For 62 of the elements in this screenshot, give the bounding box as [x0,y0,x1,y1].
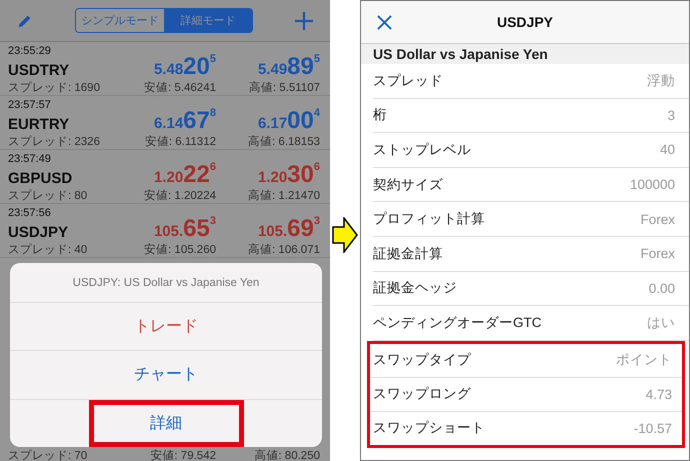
detail-label: スワップショート [373,419,485,438]
close-icon[interactable] [377,15,392,30]
sheet-title: USDJPY: US Dollar vs Japanise Yen [10,263,322,303]
spread-text: スプレッド: 80 [8,188,88,203]
quote-time: 23:57:56 [8,207,52,219]
high-price: 高値: 6.18153 [247,134,320,149]
low-price: 安値: 1.20224 [143,188,216,203]
symbol-name[interactable]: USDJPY [8,224,106,241]
low-price: 安値: 105.260 [143,242,216,257]
detail-value: 100000 [630,177,675,192]
detail-label: 契約サイズ [373,176,443,194]
quote-time: 23:55:29 [8,45,52,57]
spread-text: スプレッド: 2326 [8,134,101,149]
quote-time: 23:57:49 [8,153,52,165]
low-price: 安値: 5.46241 [143,80,216,95]
detail-value: 浮動 [647,72,675,90]
window-title: USDJPY [496,14,554,30]
high-price: 高値: 5.51107 [248,80,320,95]
sheet-action[interactable]: チャート [10,351,322,400]
symbol-name[interactable]: GBPUSD [8,170,106,187]
detail-label: 桁 [373,106,387,124]
symbol-name[interactable]: EURTRY [8,116,106,133]
low-price: 安値: 79.542 [149,448,216,461]
section-header: US Dollar vs Japanise Yen [361,44,689,64]
right-arrow-icon [332,216,358,252]
detail-value: 40 [660,142,675,158]
bid-price: 6.1467$^{8}$ [152,108,216,133]
spread-text: スプレッド: 70 [8,448,88,461]
detail-value: ポイント [616,351,672,370]
detail-value: 0.00 [648,280,675,296]
detail-value: 4.73 [646,386,672,402]
detail-label: 証拠金計算 [373,244,443,263]
ask-price: 1.2030$^{6}$ [256,162,320,187]
ask-price: 5.4989$^{5}$ [256,54,320,79]
bid-price: 1.2022$^{6}$ [152,162,216,187]
detail-label: ストップレベル [373,140,471,159]
high-price: 高値: 1.21470 [247,188,320,203]
detail-label: スワップロング [373,385,471,404]
ask-price: 105.69$^{3}$ [256,216,320,241]
detail-label: 証拠金ヘッジ [373,279,457,298]
detail-value: -10.57 [634,420,672,436]
high-price: 高値: 80.250 [253,448,320,461]
symbol-name[interactable]: USDTRY [8,62,106,79]
detail-label: ペンディングオーダーGTC [373,314,542,332]
detail-label: スプレッド [373,72,443,90]
sheet-action[interactable]: 詳細 [10,400,322,447]
detail-label: スワップタイプ [373,351,471,370]
detail-value: 3 [667,108,675,123]
detail-value: はい [647,314,675,332]
bid-price: 105.65$^{3}$ [152,216,216,241]
detail-value: Forex [640,246,675,262]
low-price: 安値: 6.11312 [144,134,216,149]
high-price: 高値: 106.071 [247,242,320,257]
quote-time: 23:57:57 [8,99,52,111]
plus-icon[interactable] [294,10,314,30]
spread-text: スプレッド: 1690 [8,80,101,95]
spread-text: スプレッド: 40 [8,242,88,257]
detail-label: プロフィット計算 [373,210,485,228]
ask-price: 6.1700$^{4}$ [256,108,320,133]
bid-price: 5.4820$^{5}$ [152,54,216,79]
sheet-action[interactable]: トレード [10,303,322,352]
detail-value: Forex [640,212,675,227]
